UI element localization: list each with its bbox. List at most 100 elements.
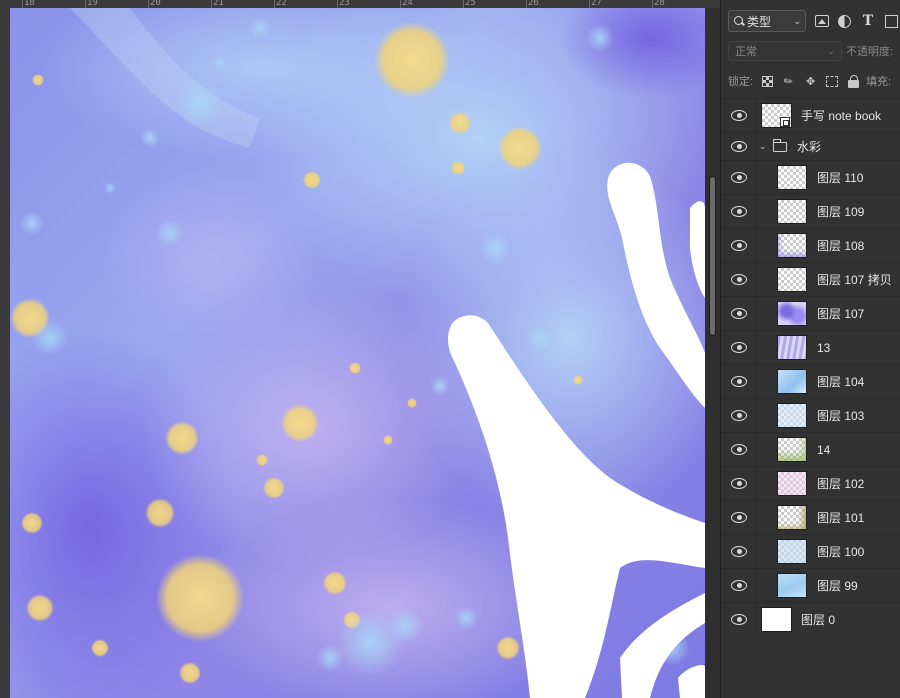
layer-row[interactable]: 图层 110 [721, 160, 900, 194]
ruler-tick-label: 26 [528, 0, 539, 8]
lock-image-pixels-icon[interactable]: ✎ [780, 72, 798, 90]
eye-icon[interactable] [731, 408, 747, 424]
layer-row[interactable]: 图层 102 [721, 466, 900, 500]
opacity-label: 不透明度: [846, 46, 894, 58]
layer-thumbnail [777, 199, 807, 224]
layer-thumbnail [777, 505, 807, 530]
adjustment-filter-icon[interactable] [838, 14, 851, 28]
ruler-tick [589, 0, 590, 8]
eye-icon[interactable] [731, 476, 747, 492]
layer-name: 手写 note book [801, 109, 882, 123]
ruler-tick [463, 0, 464, 8]
ruler-tick-label: 22 [276, 0, 287, 8]
eye-icon[interactable] [731, 108, 747, 124]
horizontal-ruler: 18 19 20 21 22 23 24 25 26 27 28 [0, 0, 720, 8]
layer-name: 13 [817, 340, 831, 355]
ruler-tick [211, 0, 212, 8]
document-canvas[interactable] [10, 8, 705, 698]
layer-group-watercolor[interactable]: ⌄ 水彩 [721, 132, 900, 160]
layer-name: 图层 107 [817, 307, 865, 321]
eye-icon[interactable] [731, 204, 747, 220]
chevron-down-icon: ⌄ [793, 15, 801, 26]
ruler-tick-label: 23 [339, 0, 350, 8]
eye-icon[interactable] [731, 170, 747, 186]
ruler-tick-label: 27 [591, 0, 602, 8]
eye-icon[interactable] [731, 510, 747, 526]
group-name: 水彩 [797, 140, 822, 154]
layer-filter-bar: 类型 ⌄ T [721, 8, 900, 34]
eye-icon[interactable] [731, 306, 747, 322]
lock-transparent-pixels-icon[interactable] [762, 75, 774, 87]
layer-row[interactable]: 图层 108 [721, 228, 900, 262]
layer-name: 图层 102 [817, 477, 865, 491]
layer-row[interactable]: 图层 103 [721, 398, 900, 432]
layer-row[interactable]: 图层 99 [721, 568, 900, 602]
eye-icon[interactable] [731, 238, 747, 254]
filter-kind-select[interactable]: 类型 ⌄ [728, 10, 806, 32]
ruler-tick-label: 21 [213, 0, 224, 8]
ruler-tick [337, 0, 338, 8]
ruler-tick [652, 0, 653, 8]
layer-row-background[interactable]: 图层 0 [721, 602, 900, 636]
ruler-tick-label: 18 [24, 0, 35, 8]
layer-row[interactable]: 图层 107 拷贝 [721, 262, 900, 296]
fill-label: 填充: [866, 76, 892, 88]
lock-label: 锁定: [728, 76, 754, 88]
chevron-down-icon[interactable]: ⌄ [759, 141, 767, 152]
layer-row[interactable]: 图层 104 [721, 364, 900, 398]
layer-row-notebook[interactable]: 手写 note book [721, 98, 900, 132]
chevron-down-icon: ⌄ [827, 45, 835, 56]
ruler-tick [22, 0, 23, 8]
layer-thumbnail [777, 335, 807, 360]
ruler-tick [148, 0, 149, 8]
folder-icon [772, 139, 787, 152]
layer-row[interactable]: 图层 109 [721, 194, 900, 228]
layer-name: 图层 108 [817, 239, 865, 253]
ruler-tick-label: 19 [87, 0, 98, 8]
layer-row[interactable]: 13 [721, 330, 900, 364]
ruler-tick-label: 28 [654, 0, 665, 8]
type-filter-icon[interactable]: T [860, 13, 876, 29]
ruler-tick-label: 20 [150, 0, 161, 8]
layer-name: 图层 104 [817, 375, 865, 389]
blend-opacity-bar: 正常 ⌄ 不透明度: [721, 40, 900, 62]
layer-thumbnail [761, 607, 792, 632]
eye-icon[interactable] [731, 374, 747, 390]
ruler-tick-label: 24 [402, 0, 413, 8]
blend-mode-value: 正常 [735, 46, 757, 58]
canvas-vertical-scrollbar[interactable] [705, 8, 720, 698]
eye-icon[interactable] [731, 578, 747, 594]
eye-icon[interactable] [731, 612, 747, 628]
layer-row[interactable]: 图层 101 [721, 500, 900, 534]
shape-filter-icon[interactable] [885, 14, 898, 28]
layer-name: 图层 110 [817, 171, 864, 185]
lock-artboard-icon[interactable] [826, 75, 839, 87]
layer-name: 图层 107 拷贝 [817, 273, 892, 287]
lock-all-icon[interactable] [847, 74, 860, 88]
layer-thumbnail [777, 573, 807, 598]
layer-thumbnail [777, 369, 807, 394]
search-icon [733, 15, 745, 27]
eye-icon[interactable] [731, 272, 747, 288]
layer-row[interactable]: 图层 107 [721, 296, 900, 330]
vertical-ruler [0, 8, 10, 698]
layer-thumbnail [777, 437, 807, 462]
filter-kind-label: 类型 [747, 14, 772, 29]
ruler-tick [274, 0, 275, 8]
layer-row[interactable]: 14 [721, 432, 900, 466]
layer-thumbnail [777, 539, 807, 564]
layer-thumbnail [761, 103, 792, 128]
blend-mode-select[interactable]: 正常 ⌄ [728, 41, 842, 61]
layer-name: 图层 100 [817, 545, 865, 559]
layer-name: 14 [817, 442, 831, 457]
image-filter-icon[interactable] [815, 15, 829, 27]
eye-icon[interactable] [731, 442, 747, 458]
lock-position-icon[interactable]: ✥ [804, 75, 817, 88]
layer-row[interactable]: 图层 100 [721, 534, 900, 568]
eye-icon[interactable] [731, 340, 747, 356]
eye-icon[interactable] [731, 544, 747, 560]
scrollbar-thumb[interactable] [709, 176, 716, 336]
layer-name: 图层 103 [817, 409, 865, 423]
layer-thumbnail [777, 165, 807, 190]
eye-icon[interactable] [731, 139, 747, 155]
